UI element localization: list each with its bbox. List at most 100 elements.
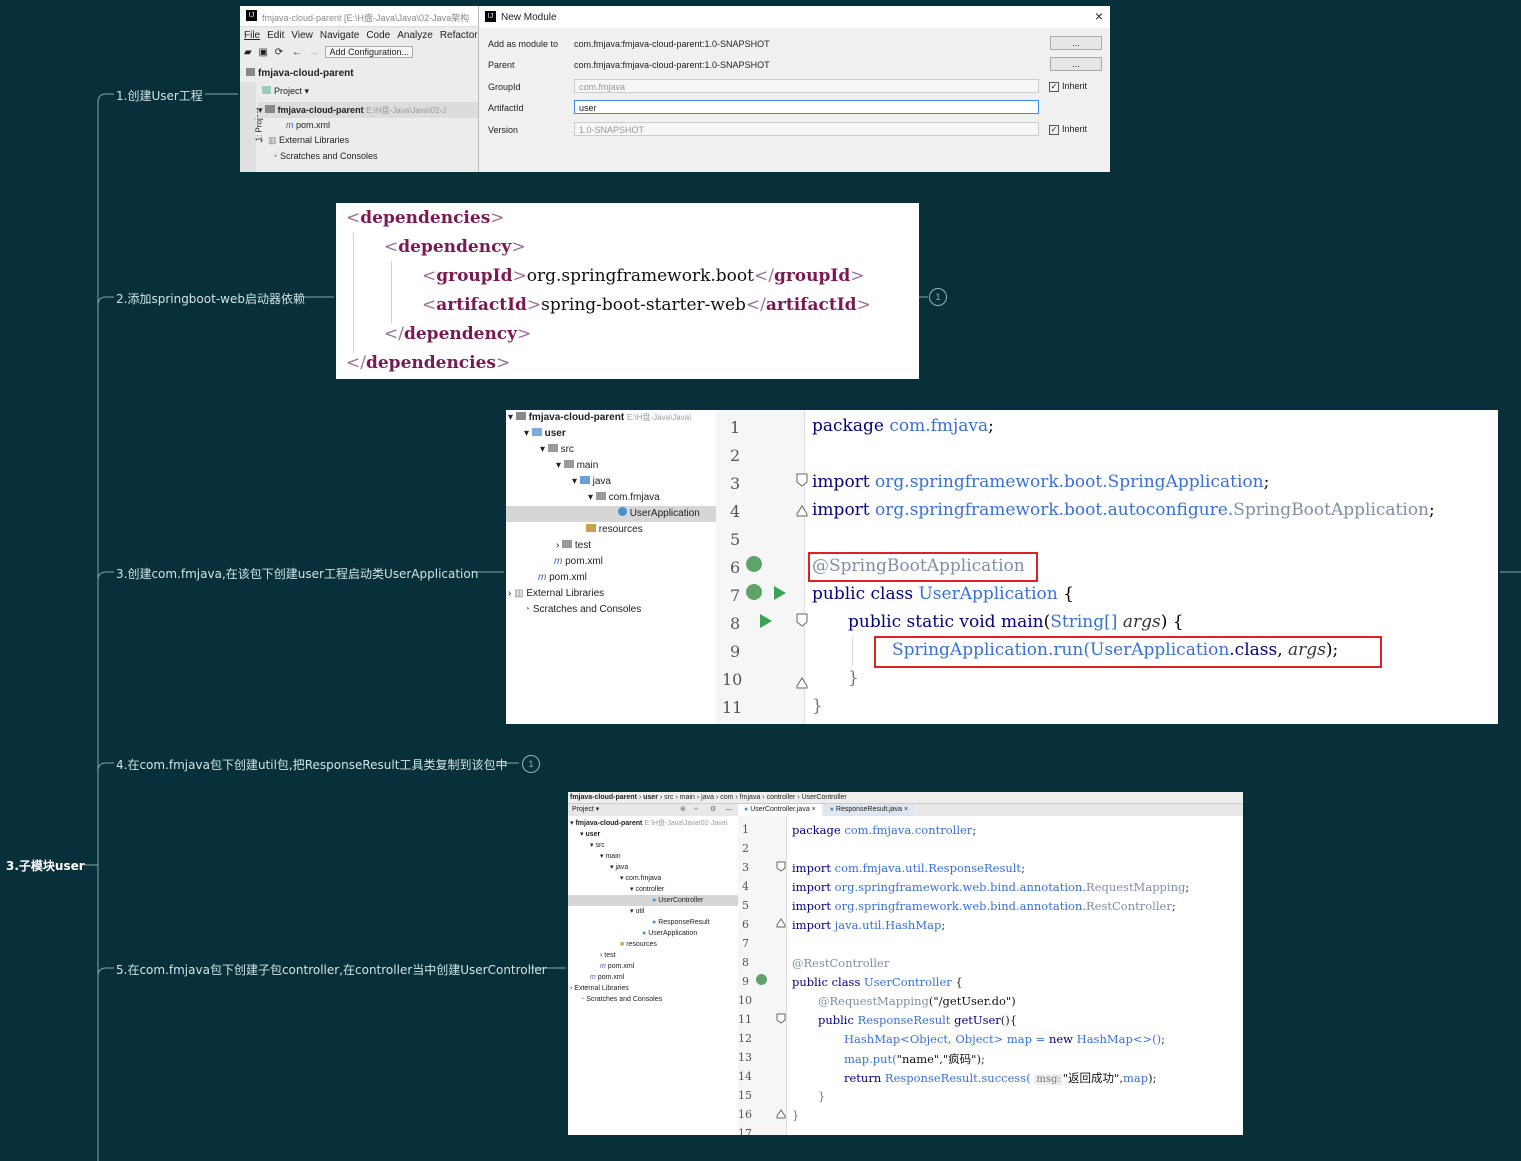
branch-1-label[interactable]: 1.创建User工程 <box>116 87 203 104</box>
branch-3-label[interactable]: 3.创建com.fmjava,在该包下创建user工程启动类UserApplic… <box>116 565 478 582</box>
tree-item-resources[interactable]: ■ resources <box>620 939 657 950</box>
menu-code[interactable]: Code <box>366 30 390 41</box>
tree-label: user <box>544 428 566 439</box>
code-editor[interactable]: package com.fmjava.controller; import co… <box>786 816 1243 1135</box>
string-literal: "疯码" <box>942 1052 977 1066</box>
breadcrumb-item[interactable]: controller <box>767 794 796 801</box>
tree-item-scratches[interactable]: ◔ Scratches and Consoles <box>524 602 641 618</box>
fold-open-icon[interactable] <box>776 861 786 872</box>
fold-close-icon[interactable] <box>776 1109 786 1119</box>
open-folder-icon[interactable]: ▰ <box>244 47 252 58</box>
tree-item-user-pom[interactable]: m pom.xml <box>554 554 603 570</box>
artifactid-label: ArtifactId <box>488 103 524 113</box>
branch-4-label[interactable]: 4.在com.fmjava包下创建util包,把ResponseResult工具… <box>116 756 507 773</box>
menu-analyze[interactable]: Analyze <box>397 30 433 41</box>
branch-2-label[interactable]: 2.添加springboot-web启动器依赖 <box>116 290 305 307</box>
tab-usercontroller[interactable]: ● UserController.java × <box>738 804 822 816</box>
code-editor[interactable]: package com.fmjava; import org.springfra… <box>804 410 1498 724</box>
menu-edit[interactable]: Edit <box>267 30 284 41</box>
tree-item-user-pom[interactable]: m pom.xml <box>600 961 634 972</box>
breadcrumb-item[interactable]: java <box>701 794 714 801</box>
tree-item-util[interactable]: ▾ util <box>630 906 644 917</box>
gear-icon[interactable]: ⚙ <box>710 804 716 816</box>
close-icon[interactable]: × <box>1095 8 1103 24</box>
version-field[interactable]: 1.0-SNAPSHOT <box>574 122 1039 136</box>
add-as-module-browse-button[interactable]: ... <box>1050 36 1102 50</box>
tree-item-external-libraries[interactable]: › ▥ External Libraries <box>508 586 604 602</box>
spring-bean-icon[interactable] <box>756 974 767 985</box>
tree-item-main[interactable]: ▾ main <box>556 458 598 474</box>
tree-item-java[interactable]: ▾ java <box>572 474 611 490</box>
tree-item-user[interactable]: ▾ user <box>580 829 600 840</box>
parent-browse-button[interactable]: ... <box>1050 57 1102 71</box>
tree-item-userapplication[interactable]: UserApplication <box>506 506 716 522</box>
breadcrumb-item[interactable]: com <box>720 794 733 801</box>
tree-item-parent-pom[interactable]: m pom.xml <box>538 570 587 586</box>
spring-bean-icon[interactable] <box>746 556 762 572</box>
artifactid-field[interactable]: user <box>574 100 1039 114</box>
tree-item-scratches[interactable]: ◔ Scratches and Consoles <box>272 151 378 161</box>
menu-view[interactable]: View <box>291 30 313 41</box>
tree-item-user[interactable]: ▾ user <box>524 426 566 442</box>
menu-file[interactable]: File <box>244 30 260 41</box>
tree-item-pom[interactable]: m pom.xml <box>286 120 330 130</box>
tree-item-src[interactable]: ▾ src <box>590 840 605 851</box>
tree-item-main[interactable]: ▾ main <box>600 851 621 862</box>
breadcrumb-item[interactable]: src <box>664 794 673 801</box>
back-arrow-icon[interactable]: ← <box>292 47 302 58</box>
sync-icon[interactable]: ⟳ <box>275 47 283 58</box>
tree-item-scratches[interactable]: ◔ Scratches and Consoles <box>580 994 662 1005</box>
tree-item-java[interactable]: ▾ java <box>610 862 628 873</box>
code-line-15: } <box>818 1089 826 1103</box>
tree-item-test[interactable]: › test <box>600 950 616 961</box>
spring-bean-icon[interactable] <box>746 584 762 600</box>
tree-item-parent-pom[interactable]: m pom.xml <box>590 972 624 983</box>
code-line-10: } <box>848 668 859 688</box>
groupid-inherit-checkbox[interactable]: ✓ Inherit <box>1049 81 1087 92</box>
branch-2-collapse-badge[interactable]: 1 <box>929 288 947 306</box>
tree-item-parent[interactable]: ▾ fmjava-cloud-parent E:\H盘-Java\Java\ <box>508 410 691 426</box>
tree-item-responseresult[interactable]: ● ResponseResult <box>652 917 710 928</box>
breadcrumb-item[interactable]: UserController <box>802 794 847 801</box>
locate-icon[interactable]: ⊕ <box>680 804 686 816</box>
tree-item-src[interactable]: ▾ src <box>540 442 574 458</box>
breadcrumb-item[interactable]: fmjava-cloud-parent <box>570 794 637 801</box>
fold-open-icon[interactable] <box>776 1013 786 1024</box>
project-dropdown[interactable]: Project ▾ <box>572 806 599 813</box>
tab-responseresult[interactable]: ● ResponseResult.java × <box>823 804 915 816</box>
groupid-field[interactable]: com.fmjava <box>574 79 1039 93</box>
version-inherit-checkbox[interactable]: ✓ Inherit <box>1049 124 1087 135</box>
tree-item-external-libraries[interactable]: › ▥ External Libraries <box>260 135 349 146</box>
breadcrumb-item[interactable]: user <box>643 794 658 801</box>
tree-item-controller[interactable]: ▾ controller <box>630 884 664 895</box>
tree-item-resources[interactable]: resources <box>586 522 643 538</box>
tree-label: Scratches and Consoles <box>586 996 663 1003</box>
tree-label: UserApplication <box>648 930 698 937</box>
menu-refactor[interactable]: Refactor <box>440 30 478 41</box>
tree-item-external-libraries[interactable]: › External Libraries <box>570 983 629 994</box>
project-view-dropdown[interactable]: Project ▾ <box>262 86 309 97</box>
collapse-icon[interactable]: ÷ <box>694 804 698 816</box>
breadcrumb-item[interactable]: main <box>680 794 695 801</box>
tree-item-usercontroller[interactable]: ● UserController <box>568 895 738 906</box>
run-gutter-icon[interactable] <box>774 586 786 600</box>
tree-item-package[interactable]: ▾ com.fmjava <box>620 873 661 884</box>
branch-4-collapse-badge[interactable]: 1 <box>522 755 540 773</box>
forward-arrow-icon[interactable]: → <box>309 47 319 58</box>
punct: ; <box>972 823 977 837</box>
add-configuration-button[interactable]: Add Configuration... <box>325 46 414 58</box>
hide-icon[interactable]: — <box>725 804 732 816</box>
line-number: 4 <box>730 502 741 521</box>
save-icon[interactable]: ▣ <box>258 47 267 58</box>
tree-item-parent[interactable]: ▾ fmjava-cloud-parent E:\H盘-Java\Java\02… <box>570 818 728 829</box>
tree-item-userapplication[interactable]: ● UserApplication <box>642 928 697 939</box>
tree-item-test[interactable]: › test <box>556 538 591 554</box>
branch-5-label[interactable]: 5.在com.fmjava包下创建子包controller,在controlle… <box>116 961 547 978</box>
run-gutter-icon[interactable] <box>760 614 772 628</box>
mindmap-root[interactable]: 3.子模块user <box>6 857 85 874</box>
breadcrumb-item[interactable]: fmjava <box>740 794 761 801</box>
menu-navigate[interactable]: Navigate <box>320 30 359 41</box>
tree-item-package[interactable]: ▾ com.fmjava <box>588 490 660 506</box>
tree-item-root[interactable]: ▾ fmjava-cloud-parent E:\H盘-Java\Java\02… <box>258 102 478 118</box>
fold-close-icon[interactable] <box>776 918 786 928</box>
